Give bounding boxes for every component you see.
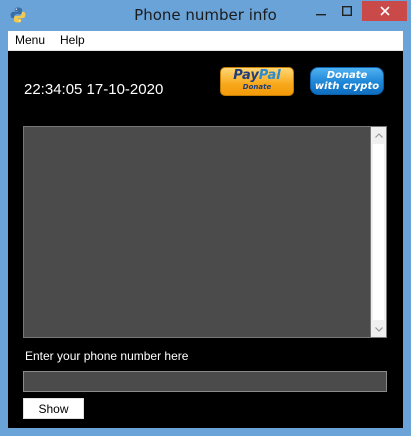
minimize-icon <box>315 14 326 16</box>
show-button[interactable]: Show <box>23 398 84 419</box>
clock-display: 22:34:05 17-10-2020 <box>24 81 164 98</box>
menu-item-help[interactable]: Help <box>60 33 85 47</box>
crypto-donate-line2: with crypto <box>314 81 380 92</box>
scroll-down-button[interactable] <box>371 321 386 337</box>
phone-prompt-label: Enter your phone number here <box>25 349 189 363</box>
output-textarea[interactable] <box>23 126 371 338</box>
scroll-up-button[interactable] <box>371 127 386 143</box>
minimize-button[interactable] <box>307 1 334 21</box>
output-scrollbar[interactable] <box>371 126 387 338</box>
chevron-up-icon <box>374 132 383 138</box>
menu-bar: Menu Help <box>8 31 403 51</box>
chevron-down-icon <box>374 326 383 332</box>
close-icon <box>379 6 390 16</box>
close-button[interactable] <box>362 1 407 21</box>
menu-item-menu[interactable]: Menu <box>15 33 45 47</box>
crypto-donate-button[interactable]: Donate with crypto <box>310 67 384 95</box>
phone-number-input[interactable] <box>23 371 387 392</box>
crypto-donate-line1: Donate <box>326 70 368 81</box>
client-area: 22:34:05 17-10-2020 PayPal Donate Donate… <box>8 51 403 428</box>
paypal-donate-label: Donate <box>242 83 272 91</box>
maximize-icon <box>342 6 352 16</box>
paypal-donate-button[interactable]: PayPal Donate <box>220 67 294 96</box>
paypal-logo-pay: Pay <box>233 68 259 83</box>
paypal-logo: PayPal <box>221 69 293 83</box>
paypal-logo-pal: Pal <box>258 68 281 83</box>
scroll-thumb[interactable] <box>373 144 384 320</box>
app-window: Phone number info Menu Help 22:34:05 17-… <box>0 0 411 436</box>
maximize-button[interactable] <box>334 1 360 21</box>
title-bar[interactable]: Phone number info <box>0 0 411 31</box>
